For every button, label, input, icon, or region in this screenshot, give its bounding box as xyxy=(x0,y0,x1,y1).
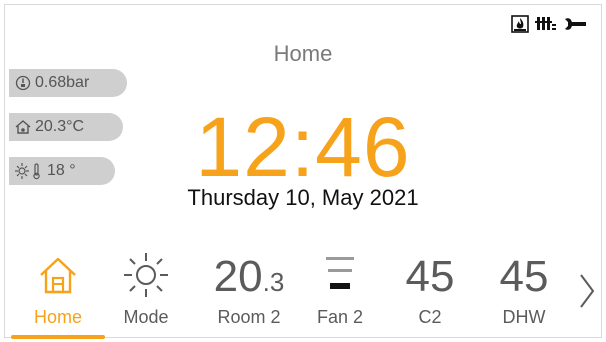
bottom-nav: Home Mode 20.3 Room 2 Fan 2 45 C2 45 DHW xyxy=(5,249,601,339)
fan-level-icon xyxy=(320,253,360,302)
pressure-value: 0.68bar xyxy=(35,74,90,91)
nav-mode-label: Mode xyxy=(123,307,169,327)
room2-temp-value: 20.3 xyxy=(213,252,285,301)
fire-icon[interactable] xyxy=(511,15,529,33)
wrench-icon[interactable] xyxy=(563,16,587,32)
dhw-value: 45 xyxy=(499,252,549,301)
sun-icon xyxy=(122,251,170,304)
status-bar xyxy=(511,15,587,33)
chevron-right-icon[interactable] xyxy=(579,273,595,314)
active-tab-indicator xyxy=(11,335,105,339)
clock-time: 12:46 xyxy=(195,100,411,194)
page-title: Home xyxy=(273,41,333,66)
pressure-badge: 0.68bar xyxy=(9,69,127,97)
gauge-icon xyxy=(15,75,31,91)
nav-fan2[interactable]: Fan 2 xyxy=(305,249,375,339)
clock-date: Thursday 10, May 2021 xyxy=(187,185,419,210)
nav-dhw-label: DHW xyxy=(502,307,546,327)
nav-mode[interactable]: Mode xyxy=(111,249,181,339)
nav-c2-label: C2 xyxy=(418,307,442,327)
device-screen: Home 0.68bar 20.3°C 18 ° 12:46 Thursday … xyxy=(4,4,602,339)
nav-c2[interactable]: 45 C2 xyxy=(395,249,465,339)
nav-room2[interactable]: 20.3 Room 2 xyxy=(209,249,289,339)
nav-home-label: Home xyxy=(33,307,82,327)
nav-room2-label: Room 2 xyxy=(217,307,281,327)
home-icon xyxy=(36,253,80,302)
radiator-icon[interactable] xyxy=(535,15,557,33)
nav-fan2-label: Fan 2 xyxy=(316,307,364,327)
c2-value: 45 xyxy=(405,252,455,301)
nav-dhw[interactable]: 45 DHW xyxy=(489,249,559,339)
nav-home[interactable]: Home xyxy=(23,249,93,339)
